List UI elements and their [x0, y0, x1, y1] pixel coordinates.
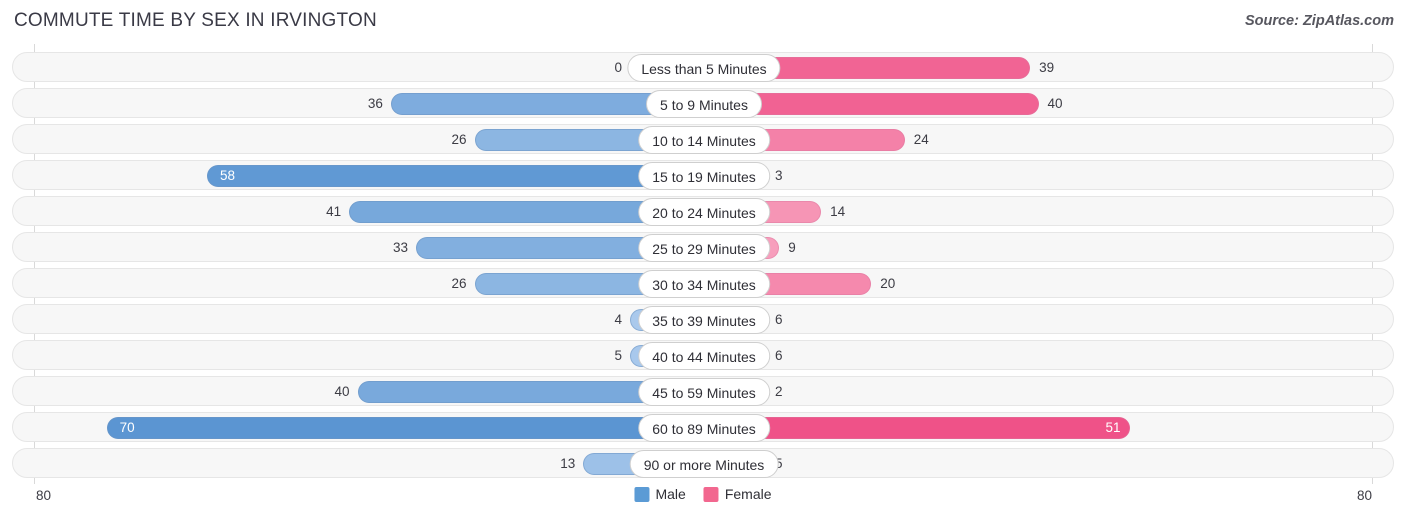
bar-value-male: 26 — [451, 276, 467, 291]
chart-plot-area: 0 39 Less than 5 Minutes 36 40 5 to 9 Minutes… — [0, 44, 1406, 484]
bar-value-female: 6 — [775, 312, 783, 327]
chart-row: 5 6 40 to 44 Minutes — [12, 340, 1394, 370]
category-label: 35 to 39 Minutes — [638, 306, 770, 334]
category-label: 25 to 29 Minutes — [638, 234, 770, 262]
chart-row: 58 3 15 to 19 Minutes — [12, 160, 1394, 190]
chart-row: 26 20 30 to 34 Minutes — [12, 268, 1394, 298]
chart-row: 26 24 10 to 14 Minutes — [12, 124, 1394, 154]
legend-label: Female — [724, 486, 772, 502]
category-label: 15 to 19 Minutes — [638, 162, 770, 190]
bar-value-female: 2 — [775, 384, 783, 399]
bar-value-male: 40 — [334, 384, 350, 399]
bar-value-male: 4 — [614, 312, 622, 327]
source-attribution: Source: ZipAtlas.com — [1244, 13, 1394, 29]
legend-item-male[interactable]: Male — [634, 486, 686, 502]
bar-value-male: 13 — [560, 456, 576, 471]
category-label: 5 to 9 Minutes — [646, 90, 762, 118]
bar-value-female: 20 — [880, 276, 896, 291]
bar-value-male: 36 — [367, 96, 383, 111]
chart-row: 33 9 25 to 29 Minutes — [12, 232, 1394, 262]
bar-value-female: 14 — [830, 204, 846, 219]
bar-male — [106, 417, 692, 439]
bar-value-female: 39 — [1039, 60, 1055, 75]
bar-value-male: 33 — [393, 240, 409, 255]
chart-footer: 80 80 Male Female — [0, 484, 1406, 523]
bar-value-female: 40 — [1047, 96, 1063, 111]
category-label: 90 or more Minutes — [629, 450, 779, 478]
bar-value-male: 5 — [614, 348, 622, 363]
chart-row: 0 39 Less than 5 Minutes — [12, 52, 1394, 82]
axis-label-right: 80 — [1356, 488, 1372, 503]
category-label: 20 to 24 Minutes — [638, 198, 770, 226]
chart-row: 70 51 60 to 89 Minutes — [12, 412, 1394, 442]
bar-value-male: 58 — [219, 168, 235, 183]
bar-value-male: 70 — [119, 420, 135, 435]
chart-legend: Male Female — [634, 486, 772, 502]
category-label: 40 to 44 Minutes — [638, 342, 770, 370]
chart-header: COMMUTE TIME BY SEX IN IRVINGTON Source:… — [0, 0, 1406, 44]
page-title: COMMUTE TIME BY SEX IN IRVINGTON — [14, 10, 377, 31]
bar-value-female: 6 — [775, 348, 783, 363]
bar-value-female: 9 — [788, 240, 796, 255]
category-label: 45 to 59 Minutes — [638, 378, 770, 406]
category-label: 60 to 89 Minutes — [638, 414, 770, 442]
legend-label: Male — [655, 486, 686, 502]
bar-male — [206, 165, 692, 187]
category-label: Less than 5 Minutes — [627, 54, 781, 82]
bar-value-male: 0 — [614, 60, 622, 75]
bar-value-female: 51 — [1105, 420, 1121, 435]
legend-swatch-icon — [703, 487, 719, 502]
legend-swatch-icon — [634, 487, 650, 502]
axis-label-left: 80 — [36, 488, 52, 503]
category-label: 10 to 14 Minutes — [638, 126, 770, 154]
bar-value-female: 24 — [913, 132, 929, 147]
bar-value-female: 3 — [775, 168, 783, 183]
legend-item-female[interactable]: Female — [703, 486, 772, 502]
bar-value-male: 26 — [451, 132, 467, 147]
bar-value-male: 41 — [326, 204, 342, 219]
chart-row: 41 14 20 to 24 Minutes — [12, 196, 1394, 226]
chart-row: 4 6 35 to 39 Minutes — [12, 304, 1394, 334]
chart-row: 40 2 45 to 59 Minutes — [12, 376, 1394, 406]
chart-row: 13 5 90 or more Minutes — [12, 448, 1394, 478]
chart-row: 36 40 5 to 9 Minutes — [12, 88, 1394, 118]
category-label: 30 to 34 Minutes — [638, 270, 770, 298]
